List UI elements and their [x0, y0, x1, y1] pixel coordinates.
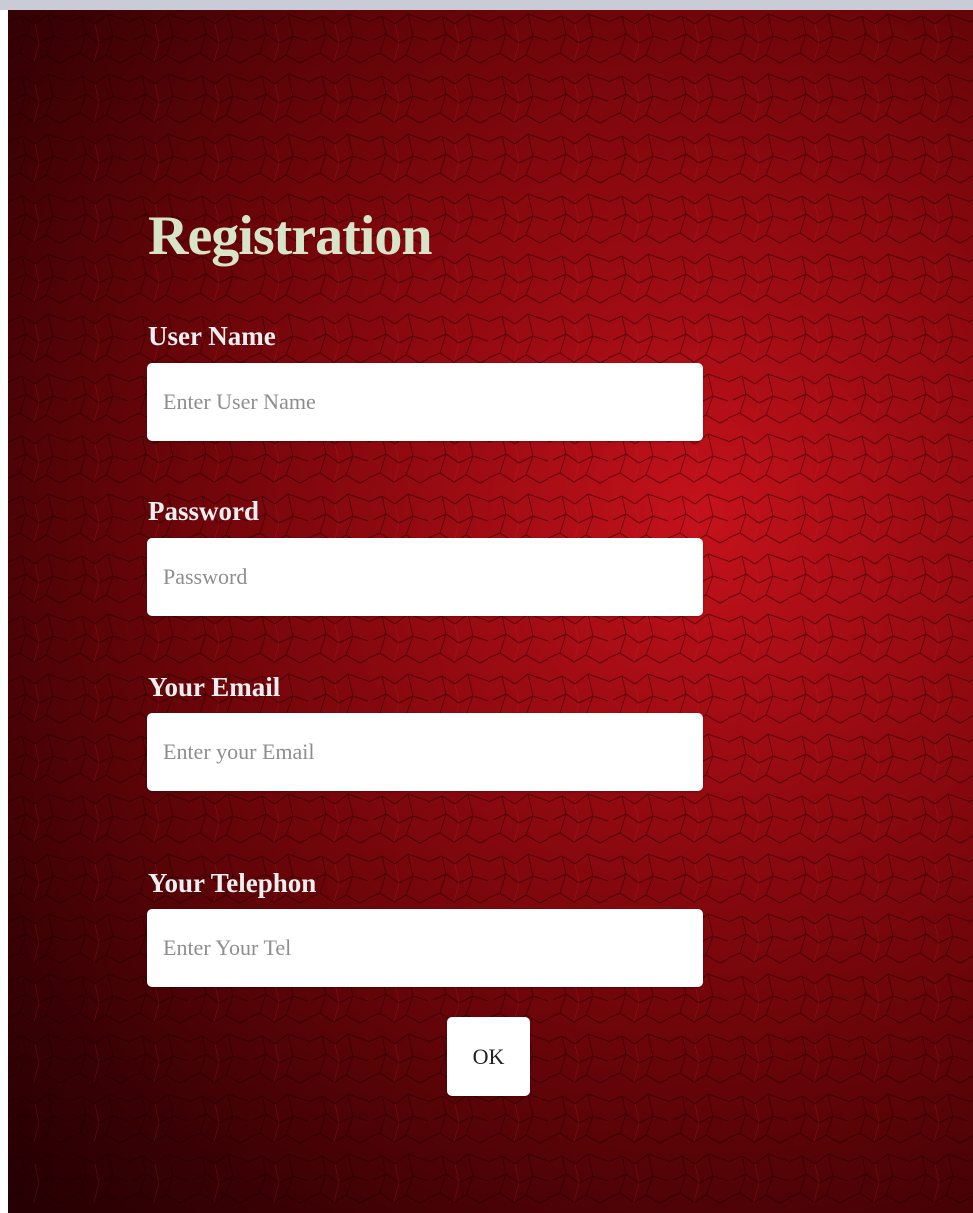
page-title: Registration	[148, 205, 433, 267]
user-name-label: User Name	[148, 321, 276, 351]
user-name-input[interactable]	[147, 363, 703, 441]
password-label: Password	[148, 496, 260, 526]
telephone-input[interactable]	[147, 909, 703, 987]
email-input[interactable]	[147, 713, 703, 791]
ok-button[interactable]: OK	[447, 1017, 530, 1096]
password-input[interactable]	[147, 538, 703, 616]
registration-page: Registration User Name Password Your Ema…	[0, 0, 973, 1213]
telephone-label: Your Telephon	[148, 868, 317, 898]
email-label: Your Email	[148, 672, 281, 702]
top-strip	[0, 0, 973, 10]
